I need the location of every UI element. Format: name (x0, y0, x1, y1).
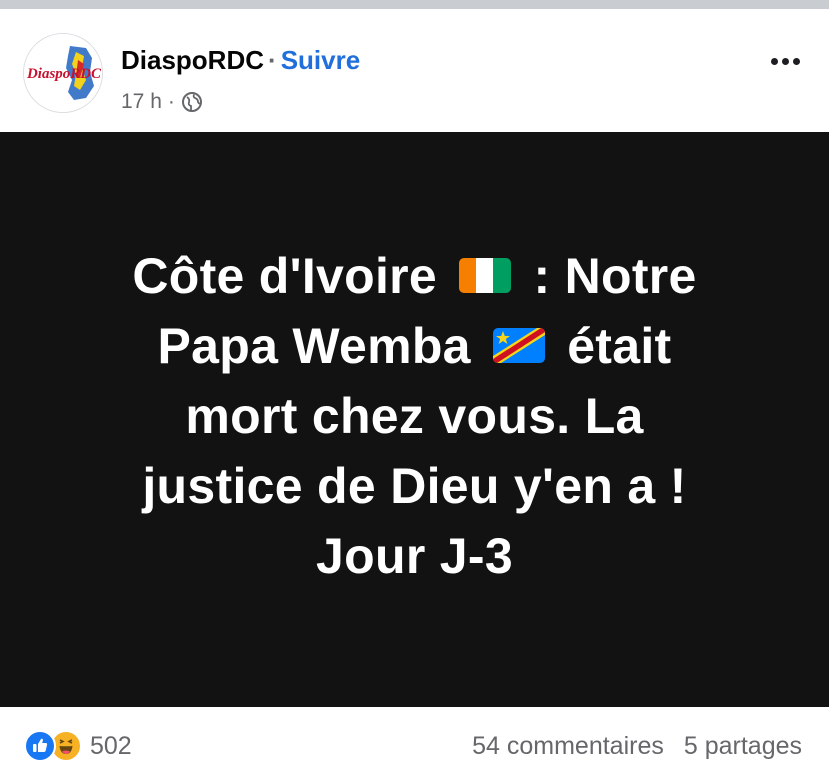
diasporedc-logo: DiaspoRDC (24, 34, 102, 112)
text-line-3: mort chez vous. La (185, 387, 644, 444)
drc-flag-icon (493, 327, 545, 363)
author-name[interactable]: DiaspoRDC (121, 45, 264, 75)
cote-divoire-flag-icon (459, 257, 512, 293)
avatar[interactable]: DiaspoRDC (23, 33, 103, 113)
more-options-button[interactable] (763, 47, 807, 75)
globe-icon (181, 91, 203, 113)
meta-separator: · (167, 90, 175, 113)
reaction-count: 502 (90, 732, 132, 760)
author-separator: · (268, 45, 277, 75)
post-timestamp[interactable]: 17 h (121, 88, 162, 116)
post-stats: 54 commentaires 5 partages (472, 730, 802, 762)
post-text: Côte d'Ivoire : Notre Papa Wemba était m… (65, 241, 765, 591)
text-line-1: Côte d'Ivoire : Notre (132, 247, 697, 304)
post-footer: 502 54 commentaires 5 partages (0, 707, 829, 771)
follow-link[interactable]: Suivre (281, 45, 361, 75)
more-options-icon (770, 57, 778, 65)
text-line-4: justice de Dieu y'en a ! (142, 457, 687, 514)
like-icon (24, 730, 56, 762)
text-line-2: Papa Wemba était (157, 317, 672, 374)
shares-count-link[interactable]: 5 partages (684, 730, 802, 762)
post-image[interactable]: Côte d'Ivoire : Notre Papa Wemba était m… (0, 132, 829, 707)
top-divider-strip (0, 0, 829, 9)
post-meta: 17 h · (121, 88, 203, 116)
comments-count-link[interactable]: 54 commentaires (472, 730, 664, 762)
text-line-5: Jour J-3 (316, 527, 513, 584)
avatar-logo-text: DiaspoRDC (26, 66, 102, 82)
reactions-summary[interactable]: 502 (24, 730, 132, 762)
author-line: DiaspoRDC · Suivre (121, 43, 360, 77)
post-header: DiaspoRDC DiaspoRDC · Suivre 17 h · (0, 9, 829, 132)
